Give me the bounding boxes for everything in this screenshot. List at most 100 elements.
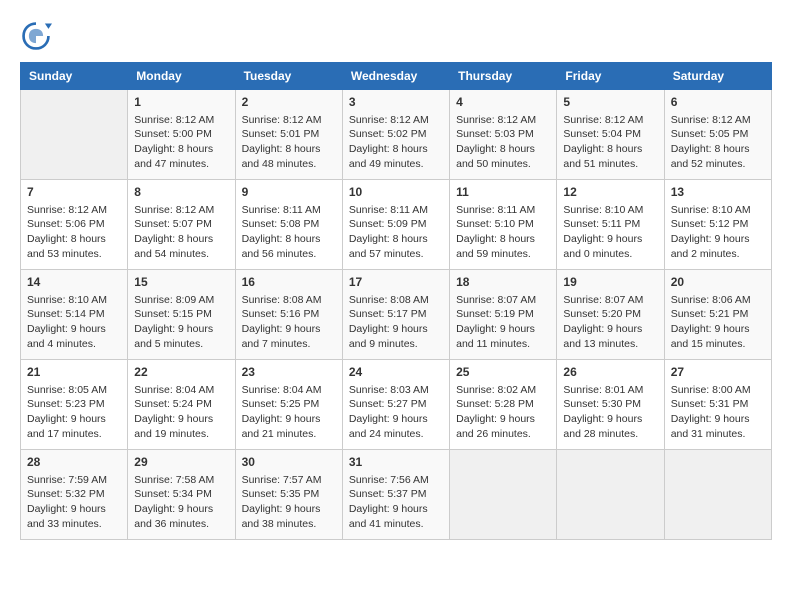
calendar-cell: [21, 90, 128, 180]
logo: [20, 20, 56, 52]
day-info: Sunrise: 8:02 AM Sunset: 5:28 PM Dayligh…: [456, 383, 550, 442]
calendar-cell: 29Sunrise: 7:58 AM Sunset: 5:34 PM Dayli…: [128, 450, 235, 540]
day-info: Sunrise: 8:12 AM Sunset: 5:07 PM Dayligh…: [134, 203, 228, 262]
calendar-cell: 26 Sunrise: 8:01 AM Sunset: 5:30 PM Dayli…: [557, 360, 664, 450]
calendar-cell: 15Sunrise: 8:09 AM Sunset: 5:15 PM Dayli…: [128, 270, 235, 360]
day-info: Sunrise: 8:12 AM Sunset: 5:02 PM Dayligh…: [349, 113, 443, 172]
day-info: Sunrise: 8:10 AM Sunset: 5:11 PM Dayligh…: [563, 203, 657, 262]
calendar-cell: 30 Sunrise: 7:57 AM Sunset: 5:35 PM Dayli…: [235, 450, 342, 540]
column-header-tuesday: Tuesday: [235, 63, 342, 90]
calendar-cell: 28 Sunrise: 7:59 AM Sunset: 5:32 PM Dayli…: [21, 450, 128, 540]
column-header-saturday: Saturday: [664, 63, 771, 90]
week-row-5: 28 Sunrise: 7:59 AM Sunset: 5:32 PM Dayli…: [21, 450, 772, 540]
day-number: 11: [456, 184, 550, 201]
day-number: 17: [349, 274, 443, 291]
day-info: Sunrise: 8:11 AM Sunset: 5:10 PM Dayligh…: [456, 203, 550, 262]
column-header-friday: Friday: [557, 63, 664, 90]
day-info: Sunrise: 8:12 AM Sunset: 5:01 PM Dayligh…: [242, 113, 336, 172]
calendar-body: 1Sunrise: 8:12 AM Sunset: 5:00 PM Daylig…: [21, 90, 772, 540]
calendar-cell: 20 Sunrise: 8:06 AM Sunset: 5:21 PM Dayli…: [664, 270, 771, 360]
calendar-cell: 4Sunrise: 8:12 AM Sunset: 5:03 PM Daylig…: [450, 90, 557, 180]
day-info: Sunrise: 8:01 AM Sunset: 5:30 PM Dayligh…: [563, 383, 657, 442]
calendar-header: SundayMondayTuesdayWednesdayThursdayFrid…: [21, 63, 772, 90]
day-number: 10: [349, 184, 443, 201]
calendar-cell: 8Sunrise: 8:12 AM Sunset: 5:07 PM Daylig…: [128, 180, 235, 270]
calendar-cell: 18 Sunrise: 8:07 AM Sunset: 5:19 PM Dayli…: [450, 270, 557, 360]
day-number: 6: [671, 94, 765, 111]
day-number: 26: [563, 364, 657, 381]
day-number: 25: [456, 364, 550, 381]
page-header: [20, 20, 772, 52]
calendar-cell: 16 Sunrise: 8:08 AM Sunset: 5:16 PM Dayli…: [235, 270, 342, 360]
column-header-thursday: Thursday: [450, 63, 557, 90]
week-row-3: 14 Sunrise: 8:10 AM Sunset: 5:14 PM Dayli…: [21, 270, 772, 360]
calendar-cell: 17 Sunrise: 8:08 AM Sunset: 5:17 PM Dayli…: [342, 270, 449, 360]
day-info: Sunrise: 7:59 AM Sunset: 5:32 PM Dayligh…: [27, 473, 121, 532]
day-number: 22: [134, 364, 228, 381]
day-info: Sunrise: 7:57 AM Sunset: 5:35 PM Dayligh…: [242, 473, 336, 532]
day-number: 14: [27, 274, 121, 291]
day-info: Sunrise: 8:11 AM Sunset: 5:08 PM Dayligh…: [242, 203, 336, 262]
day-number: 24: [349, 364, 443, 381]
day-info: Sunrise: 8:03 AM Sunset: 5:27 PM Dayligh…: [349, 383, 443, 442]
calendar-cell: 31 Sunrise: 7:56 AM Sunset: 5:37 PM Dayli…: [342, 450, 449, 540]
day-number: 18: [456, 274, 550, 291]
calendar-cell: 9 Sunrise: 8:11 AM Sunset: 5:08 PM Daylig…: [235, 180, 342, 270]
day-info: Sunrise: 8:12 AM Sunset: 5:00 PM Dayligh…: [134, 113, 228, 172]
day-info: Sunrise: 8:00 AM Sunset: 5:31 PM Dayligh…: [671, 383, 765, 442]
day-info: Sunrise: 8:10 AM Sunset: 5:12 PM Dayligh…: [671, 203, 765, 262]
day-number: 30: [242, 454, 336, 471]
day-number: 21: [27, 364, 121, 381]
day-info: Sunrise: 8:05 AM Sunset: 5:23 PM Dayligh…: [27, 383, 121, 442]
calendar-cell: 13Sunrise: 8:10 AM Sunset: 5:12 PM Dayli…: [664, 180, 771, 270]
week-row-1: 1Sunrise: 8:12 AM Sunset: 5:00 PM Daylig…: [21, 90, 772, 180]
logo-icon: [20, 20, 52, 52]
calendar-cell: 5 Sunrise: 8:12 AM Sunset: 5:04 PM Daylig…: [557, 90, 664, 180]
column-header-monday: Monday: [128, 63, 235, 90]
day-number: 16: [242, 274, 336, 291]
week-row-2: 7 Sunrise: 8:12 AM Sunset: 5:06 PM Daylig…: [21, 180, 772, 270]
calendar-cell: 21 Sunrise: 8:05 AM Sunset: 5:23 PM Dayli…: [21, 360, 128, 450]
calendar-cell: 6 Sunrise: 8:12 AM Sunset: 5:05 PM Daylig…: [664, 90, 771, 180]
day-info: Sunrise: 8:12 AM Sunset: 5:06 PM Dayligh…: [27, 203, 121, 262]
day-number: 7: [27, 184, 121, 201]
day-info: Sunrise: 8:04 AM Sunset: 5:25 PM Dayligh…: [242, 383, 336, 442]
day-number: 23: [242, 364, 336, 381]
calendar-cell: 19 Sunrise: 8:07 AM Sunset: 5:20 PM Dayli…: [557, 270, 664, 360]
day-number: 20: [671, 274, 765, 291]
day-number: 3: [349, 94, 443, 111]
calendar-cell: [557, 450, 664, 540]
day-info: Sunrise: 7:56 AM Sunset: 5:37 PM Dayligh…: [349, 473, 443, 532]
day-info: Sunrise: 8:08 AM Sunset: 5:17 PM Dayligh…: [349, 293, 443, 352]
day-number: 19: [563, 274, 657, 291]
day-number: 27: [671, 364, 765, 381]
calendar-cell: 1Sunrise: 8:12 AM Sunset: 5:00 PM Daylig…: [128, 90, 235, 180]
calendar-cell: 12 Sunrise: 8:10 AM Sunset: 5:11 PM Dayli…: [557, 180, 664, 270]
day-info: Sunrise: 8:11 AM Sunset: 5:09 PM Dayligh…: [349, 203, 443, 262]
day-info: Sunrise: 8:04 AM Sunset: 5:24 PM Dayligh…: [134, 383, 228, 442]
day-info: Sunrise: 8:10 AM Sunset: 5:14 PM Dayligh…: [27, 293, 121, 352]
header-row: SundayMondayTuesdayWednesdayThursdayFrid…: [21, 63, 772, 90]
day-info: Sunrise: 8:07 AM Sunset: 5:19 PM Dayligh…: [456, 293, 550, 352]
day-number: 9: [242, 184, 336, 201]
day-number: 28: [27, 454, 121, 471]
calendar-cell: 23 Sunrise: 8:04 AM Sunset: 5:25 PM Dayli…: [235, 360, 342, 450]
calendar-cell: 22 Sunrise: 8:04 AM Sunset: 5:24 PM Dayli…: [128, 360, 235, 450]
day-number: 4: [456, 94, 550, 111]
day-number: 12: [563, 184, 657, 201]
calendar-table: SundayMondayTuesdayWednesdayThursdayFrid…: [20, 62, 772, 540]
day-info: Sunrise: 8:12 AM Sunset: 5:05 PM Dayligh…: [671, 113, 765, 172]
day-number: 2: [242, 94, 336, 111]
day-info: Sunrise: 8:08 AM Sunset: 5:16 PM Dayligh…: [242, 293, 336, 352]
day-info: Sunrise: 8:12 AM Sunset: 5:04 PM Dayligh…: [563, 113, 657, 172]
day-info: Sunrise: 8:06 AM Sunset: 5:21 PM Dayligh…: [671, 293, 765, 352]
calendar-cell: 14 Sunrise: 8:10 AM Sunset: 5:14 PM Dayli…: [21, 270, 128, 360]
calendar-cell: 3 Sunrise: 8:12 AM Sunset: 5:02 PM Daylig…: [342, 90, 449, 180]
day-number: 31: [349, 454, 443, 471]
day-info: Sunrise: 8:09 AM Sunset: 5:15 PM Dayligh…: [134, 293, 228, 352]
calendar-cell: [664, 450, 771, 540]
day-number: 5: [563, 94, 657, 111]
calendar-cell: 24 Sunrise: 8:03 AM Sunset: 5:27 PM Dayli…: [342, 360, 449, 450]
day-info: Sunrise: 8:07 AM Sunset: 5:20 PM Dayligh…: [563, 293, 657, 352]
calendar-cell: 7 Sunrise: 8:12 AM Sunset: 5:06 PM Daylig…: [21, 180, 128, 270]
